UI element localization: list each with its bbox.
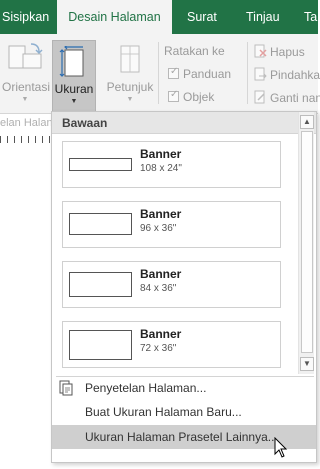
move-label: Pindahka: [270, 68, 320, 82]
page-preview-icon: [69, 330, 132, 360]
preset-card[interactable]: Banner 84 x 36": [62, 261, 281, 308]
page-size-icon: [59, 46, 84, 77]
preset-size: 96 x 36": [140, 223, 177, 234]
page-setup-icon: [59, 380, 73, 396]
delete-button[interactable]: Hapus: [253, 44, 305, 59]
preset-group-header: Bawaan: [52, 112, 316, 134]
rename-button[interactable]: Ganti nan: [253, 90, 320, 105]
move-page-icon: [254, 67, 267, 81]
size-button[interactable]: Ukuran ▼: [52, 40, 96, 112]
align-to-label: Ratakan ke: [164, 44, 225, 58]
preset-size: 84 x 36": [140, 283, 177, 294]
page-setup-label: Penyetelan Halaman...: [85, 381, 207, 395]
checkbox-icon: [168, 89, 179, 102]
guides-checkbox[interactable]: Panduan: [168, 66, 232, 81]
objects-checkbox[interactable]: Objek: [168, 89, 215, 104]
preset-size: 72 x 36": [140, 343, 177, 354]
move-button[interactable]: Pindahka: [253, 67, 320, 82]
preset-name: Banner: [140, 207, 182, 221]
page-preview-icon: [69, 272, 132, 297]
page-preview-icon: [69, 213, 132, 235]
preset-size: 108 x 24": [140, 163, 182, 174]
horizontal-ruler: [0, 130, 52, 150]
size-label: Ukuran: [54, 82, 94, 96]
tab-ta[interactable]: Ta: [304, 0, 317, 34]
create-new-page-size-label: Buat Ukuran Halaman Baru...: [85, 405, 242, 419]
ribbon-body: Orientasi ▼ Ukuran ▼ Petunjuk ▼ Ratakan …: [0, 34, 320, 114]
tab-surat[interactable]: Surat: [187, 0, 217, 34]
orientation-button[interactable]: Orientasi ▼: [0, 38, 50, 110]
preset-name: Banner: [140, 267, 182, 281]
tab-tinjau[interactable]: Tinjau: [246, 0, 280, 34]
ribbon-separator: [158, 42, 159, 104]
page-size-dropdown: Bawaan Banner 108 x 24" Banner 96 x 36" …: [51, 111, 317, 463]
ribbon-tab-bar: Sisipkan Desain Halaman Surat Tinjau Ta: [0, 0, 318, 34]
page-preview-icon: [69, 158, 132, 171]
preset-name: Banner: [140, 147, 182, 161]
guides-button[interactable]: Petunjuk ▼: [103, 38, 157, 110]
objects-checkbox-label: Objek: [183, 90, 215, 104]
chevron-down-icon: ▼: [21, 96, 29, 103]
preset-name: Banner: [140, 327, 182, 341]
more-preset-page-sizes-label: Ukuran Halaman Prasetel Lainnya...: [85, 430, 278, 444]
tab-desain-halaman[interactable]: Desain Halaman: [57, 0, 172, 34]
preset-card[interactable]: Banner 108 x 24": [62, 141, 281, 188]
rename-label: Ganti nan: [270, 91, 320, 105]
scrollbar-thumb[interactable]: [301, 131, 313, 353]
delete-label: Hapus: [270, 45, 305, 59]
chevron-down-icon: ▼: [126, 96, 134, 103]
guides-icon: [120, 45, 140, 73]
ribbon-separator: [247, 42, 248, 104]
create-new-page-size-item[interactable]: Buat Ukuran Halaman Baru...: [52, 400, 316, 424]
chevron-down-icon: ▼: [70, 98, 78, 105]
preset-card[interactable]: Banner 72 x 36": [62, 321, 281, 368]
ruler-label: elan Halan: [0, 117, 52, 129]
delete-icon: [254, 44, 267, 58]
page-setup-item[interactable]: Penyetelan Halaman...: [52, 376, 316, 400]
scroll-up-icon[interactable]: ▲: [300, 115, 314, 129]
orientation-icon: [8, 43, 43, 69]
rename-icon: [254, 90, 265, 104]
guides-label: Petunjuk: [106, 80, 154, 94]
orientation-label: Orientasi: [2, 80, 51, 94]
tab-sisipkan[interactable]: Sisipkan: [2, 0, 49, 34]
checkbox-icon: [168, 66, 179, 79]
vertical-scrollbar[interactable]: ▲ ▼: [298, 112, 314, 374]
mouse-cursor-icon: [274, 437, 288, 458]
preset-card[interactable]: Banner 96 x 36": [62, 201, 281, 248]
scroll-down-icon[interactable]: ▼: [300, 357, 314, 371]
guides-checkbox-label: Panduan: [183, 67, 232, 81]
